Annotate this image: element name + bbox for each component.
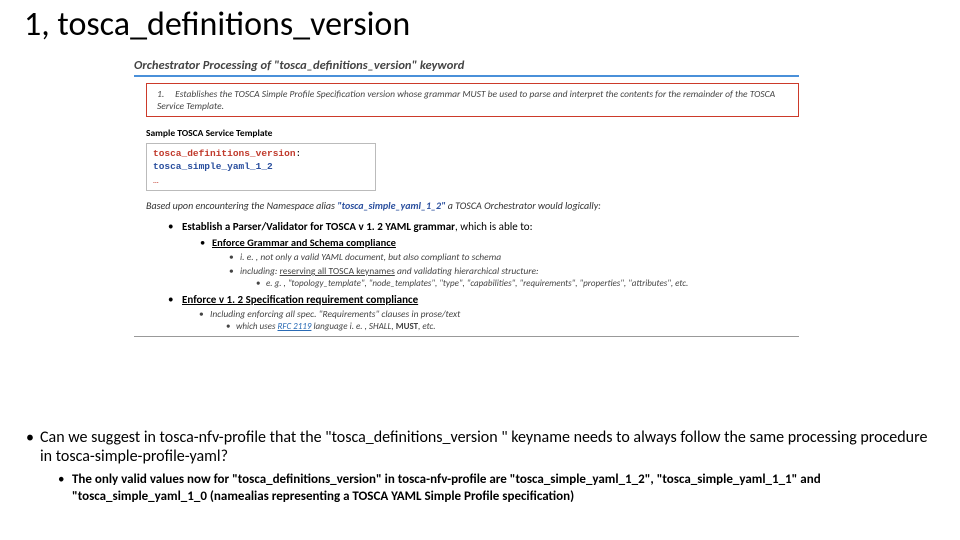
based-quoted: "tosca_simple_yaml_1_2" (337, 199, 445, 212)
b1-bold: Establish a Parser/Validator for TOSCA v… (182, 220, 455, 233)
valid-value-2: "tosca_simple_yaml_1_1" (657, 472, 798, 487)
sub-pre: The only valid values now for "tosca_def… (72, 472, 510, 487)
b1a-ii-post: and validating hierarchical structure: (395, 265, 539, 277)
list-item: Can we suggest in tosca-nfv-profile that… (40, 428, 930, 505)
code-colon: : (296, 148, 302, 159)
code-sample: tosca_definitions_version: tosca_simple_… (146, 143, 376, 191)
b2a: Including enforcing all spec. "Requireme… (210, 308, 460, 320)
b2ai-mid: language i. e. , SHALL, (311, 321, 395, 332)
list-item: i. e. , not only a valid YAML document, … (240, 251, 799, 263)
sep2: and (797, 472, 820, 487)
inner-spec-block: Orchestrator Processing of "tosca_defini… (134, 58, 799, 337)
based-pre: Based upon encountering the Namespace al… (146, 199, 337, 212)
b2ai-bold: MUST (396, 321, 418, 332)
based-post: a TOSCA Orchestrator would logically: (445, 199, 600, 212)
list-item: e. g. , "topology_template", "node_templ… (266, 278, 799, 289)
list-item: Establish a Parser/Validator for TOSCA v… (182, 220, 799, 289)
code-value: tosca_simple_yaml_1_2 (153, 161, 273, 172)
list-item: which uses RFC 2119 language i. e. , SHA… (236, 321, 799, 332)
b2ai-pre: which uses (236, 321, 278, 332)
list-item: Including enforcing all spec. "Requireme… (210, 308, 799, 332)
enum-number: 1. (157, 88, 173, 100)
sub-post: (namealias representing a TOSCA YAML Sim… (207, 489, 574, 504)
b2: Enforce v 1. 2 Specification requirement… (182, 293, 418, 306)
valid-value-1: "tosca_simple_yaml_1_2" (510, 472, 651, 487)
valid-value-3: "tosca_simple_yaml_1_0 (72, 489, 207, 504)
spec-bullet-list: Establish a Parser/Validator for TOSCA v… (182, 220, 799, 332)
sample-label: Sample TOSCA Service Template (146, 127, 799, 139)
list-item: including: reserving all TOSCA keynames … (240, 265, 799, 289)
list-item: The only valid values now for "tosca_def… (72, 472, 930, 505)
b1a-ii-pre: including: (240, 265, 280, 277)
b1-post: , which is able to: (455, 220, 532, 233)
list-item: Enforce v 1. 2 Specification requirement… (182, 293, 799, 332)
b2ai-post: , etc. (418, 321, 435, 332)
rfc-link[interactable]: RFC 2119 (278, 321, 312, 332)
based-upon-paragraph: Based upon encountering the Namespace al… (146, 199, 799, 212)
enum-text: Establishes the TOSCA Simple Profile Spe… (157, 88, 775, 112)
code-ellipsis: … (153, 175, 159, 186)
slide-title: 1, tosca_definitions_version (24, 4, 410, 45)
outer-bullet-list: Can we suggest in tosca-nfv-profile that… (40, 428, 930, 511)
list-item: Enforce Grammar and Schema compliance i.… (212, 236, 799, 289)
b1a-ii-underline: reserving all TOSCA keynames (280, 265, 395, 277)
outer-question: Can we suggest in tosca-nfv-profile that… (40, 428, 927, 466)
code-keyword: tosca_definitions_version (153, 148, 296, 159)
enum-box: 1. Establishes the TOSCA Simple Profile … (146, 83, 799, 117)
b1a: Enforce Grammar and Schema compliance (212, 236, 396, 249)
section-heading: Orchestrator Processing of "tosca_defini… (134, 58, 799, 77)
